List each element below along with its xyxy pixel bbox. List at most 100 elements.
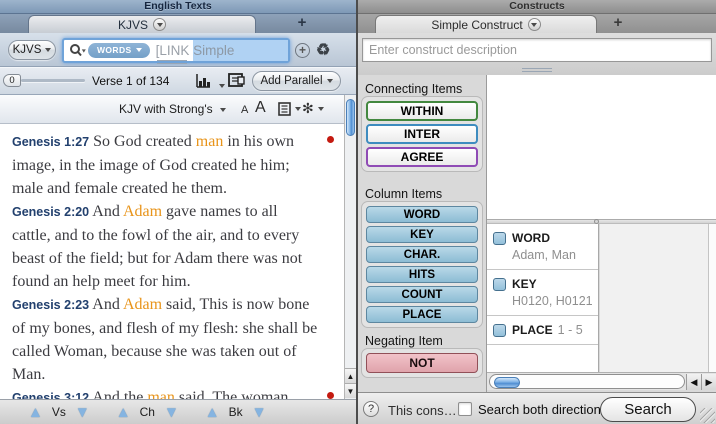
search-query-autocomplete: Simple <box>193 40 288 61</box>
search-button[interactable]: Search <box>600 397 696 422</box>
search-icon[interactable] <box>69 43 86 59</box>
verse-text: And the <box>89 389 147 399</box>
module-select-label: KJVS <box>13 44 42 56</box>
row-text: PLACE1 - 5 <box>512 323 583 337</box>
scrollbar-arrows: ▲ ▼ <box>345 368 356 398</box>
right-tab-bar: Simple Construct + <box>358 14 716 33</box>
column-button-word[interactable]: WORD <box>366 206 478 223</box>
scrollbar-thumb[interactable] <box>346 99 355 136</box>
scroll-down-arrow[interactable]: ▼ <box>345 383 356 398</box>
nav-label: Ch <box>140 405 155 419</box>
bible-text-area[interactable]: Genesis 1:27 So God created man in his o… <box>0 124 344 399</box>
tab-menu-icon[interactable] <box>153 18 166 31</box>
context-slider-track[interactable] <box>21 79 85 82</box>
negate-button-not[interactable]: NOT <box>366 353 478 373</box>
construct-footer: ? This cons… Search both directions Sear… <box>358 392 716 424</box>
connect-button-within[interactable]: WITHIN <box>366 101 478 121</box>
chevron-down-icon <box>220 108 226 112</box>
nav-down-arrow-vs[interactable]: ▼ <box>75 405 90 420</box>
decrease-font-button[interactable]: A <box>241 104 248 116</box>
display-settings-icon[interactable] <box>278 102 301 116</box>
connect-button-inter[interactable]: INTER <box>366 124 478 144</box>
verse-reference[interactable]: Genesis 1:27 <box>12 135 89 149</box>
verse-marker-dot <box>327 392 334 399</box>
text-pane-icon[interactable] <box>228 73 245 93</box>
nav-label: Bk <box>229 405 243 419</box>
search-query-typed: [LINK <box>150 43 194 58</box>
construct-grid-row[interactable]: KEYH0120, H0121 <box>487 270 598 316</box>
nav-down-arrow-bk[interactable]: ▼ <box>252 405 267 420</box>
column-button-key[interactable]: KEY <box>366 226 478 243</box>
scroll-up-arrow[interactable]: ▲ <box>345 368 356 383</box>
connect-button-agree[interactable]: AGREE <box>366 147 478 167</box>
horizontal-scrollbar[interactable]: ◀ ▶ <box>487 372 716 390</box>
verse-reference[interactable]: Genesis 2:20 <box>12 205 89 219</box>
search-scope-pill[interactable]: WORDS <box>88 43 150 58</box>
add-parallel-button[interactable]: Add Parallel <box>252 71 341 91</box>
construct-grid-empty-area[interactable] <box>600 224 716 372</box>
verse-nav-bar: ▲Vs▼▲Ch▼▲Bk▼ <box>0 399 356 424</box>
construct-description-row <box>358 33 716 75</box>
nav-group-ch: ▲ Ch ▼ <box>116 405 179 420</box>
scroll-left-arrow[interactable]: ◀ <box>686 374 701 390</box>
left-panel-title: English Texts <box>0 0 356 14</box>
verse-reference[interactable]: Genesis 3:12 <box>12 391 89 399</box>
vertical-scrollbar[interactable]: ▲ ▼ <box>344 95 356 399</box>
search-both-directions-checkbox[interactable] <box>458 402 472 416</box>
row-value: 1 - 5 <box>558 323 583 337</box>
english-texts-panel: English Texts KJVS + KJVS WORDS <box>0 0 356 424</box>
increase-font-button[interactable]: A <box>255 99 266 117</box>
chevron-down-icon <box>531 23 537 27</box>
nav-group-bk: ▲ Bk ▼ <box>205 405 267 420</box>
context-slider-thumb[interactable]: 0 <box>3 74 21 87</box>
grid-vertical-scroll-track[interactable] <box>708 224 716 372</box>
toolbar-drag-handle[interactable] <box>157 60 187 64</box>
column-button-char[interactable]: CHAR. <box>366 246 478 263</box>
verse-reference[interactable]: Genesis 2:23 <box>12 298 89 312</box>
column-button-hits[interactable]: HITS <box>366 266 478 283</box>
nav-up-arrow-bk[interactable]: ▲ <box>205 405 220 420</box>
tab-kjvs[interactable]: KJVS <box>28 15 256 33</box>
chevron-down-icon <box>157 23 163 27</box>
chevron-down-icon <box>136 48 142 52</box>
search-hit-word: man <box>147 389 175 399</box>
nav-down-arrow-ch[interactable]: ▼ <box>164 405 179 420</box>
module-select-button[interactable]: KJVS <box>8 40 56 60</box>
status-text: This cons… <box>388 403 457 418</box>
row-checkbox[interactable] <box>493 278 506 291</box>
scrollbar-track[interactable] <box>489 374 685 389</box>
construct-description-input[interactable] <box>362 38 712 62</box>
verse-text: said, The woman <box>175 389 288 399</box>
construct-grid-row[interactable]: WORDAdam, Man <box>487 224 598 270</box>
scrollbar-thumb[interactable] <box>494 377 520 388</box>
tab-simple-construct[interactable]: Simple Construct <box>375 15 597 33</box>
construct-canvas[interactable] <box>487 75 716 219</box>
research-amplify-icon[interactable]: ♻ <box>316 40 330 60</box>
column-items-group: WORD KEY CHAR. HITS COUNT PLACE <box>361 201 483 328</box>
text-pane-header: KJV with Strong's A A ✻ <box>0 95 345 124</box>
row-checkbox[interactable] <box>493 324 506 337</box>
analysis-graph-icon[interactable] <box>196 73 225 88</box>
toolbar-drag-handle[interactable] <box>522 68 552 72</box>
row-label: KEY <box>512 277 593 291</box>
row-checkbox[interactable] <box>493 232 506 245</box>
window-resize-grip[interactable] <box>700 408 715 423</box>
help-button[interactable]: ? <box>363 401 379 417</box>
construct-grid-row[interactable]: PLACE1 - 5 <box>487 316 598 345</box>
verse-text: And <box>89 203 123 220</box>
connecting-items-group: WITHIN INTER AGREE <box>361 96 483 172</box>
add-search-term-button[interactable]: + <box>295 43 310 58</box>
nav-up-arrow-vs[interactable]: ▲ <box>28 405 43 420</box>
tab-menu-icon[interactable] <box>528 18 541 31</box>
column-button-count[interactable]: COUNT <box>366 286 478 303</box>
scroll-right-arrow[interactable]: ▶ <box>701 374 716 390</box>
column-button-place[interactable]: PLACE <box>366 306 478 323</box>
nav-up-arrow-ch[interactable]: ▲ <box>116 405 131 420</box>
tab-simple-construct-label: Simple Construct <box>431 18 522 32</box>
verse-paragraph: Genesis 3:12 And the man said, The woman <box>12 386 318 399</box>
new-tab-button[interactable]: + <box>290 14 314 33</box>
gear-icon[interactable]: ✻ <box>302 100 324 117</box>
row-text: KEYH0120, H0121 <box>512 277 593 308</box>
new-tab-button[interactable]: + <box>606 14 630 33</box>
connecting-items-label: Connecting Items <box>365 82 462 96</box>
